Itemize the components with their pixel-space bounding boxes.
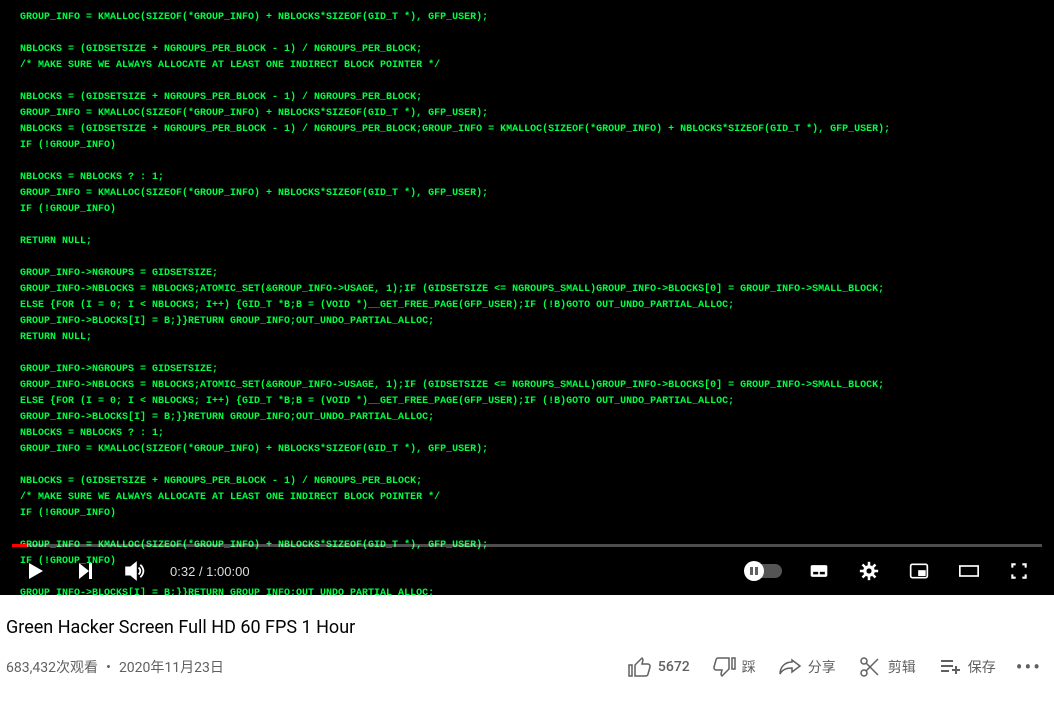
settings-button[interactable] [846,547,892,595]
share-label: 分享 [808,657,836,677]
video-player[interactable]: GROUP_INFO = KMALLOC(SIZEOF(*GROUP_INFO)… [0,0,1054,595]
volume-button[interactable] [112,547,158,595]
play-button[interactable] [12,547,58,595]
share-button[interactable]: 分享 [770,651,844,683]
clip-button[interactable]: 剪辑 [850,651,924,683]
autoplay-toggle[interactable] [746,564,782,578]
more-actions-button[interactable]: ••• [1010,655,1048,679]
like-count: 5672 [658,659,690,675]
video-title: Green Hacker Screen Full HD 60 FPS 1 Hou… [6,615,1048,641]
clip-label: 剪辑 [888,657,916,677]
upload-date: 2020年11月23日 [119,660,224,676]
dislike-button[interactable]: 踩 [704,651,764,683]
thumbs-down-icon [712,655,736,679]
theater-mode-button[interactable] [946,547,992,595]
like-button[interactable]: 5672 [620,651,698,683]
share-icon [778,655,802,679]
video-content-hacker-code: GROUP_INFO = KMALLOC(SIZEOF(*GROUP_INFO)… [0,0,1054,595]
dislike-label: 踩 [742,657,756,677]
save-button[interactable]: 保存 [930,651,1004,683]
video-meta: Green Hacker Screen Full HD 60 FPS 1 Hou… [0,595,1054,683]
miniplayer-button[interactable] [896,547,942,595]
more-icon: ••• [1016,655,1042,679]
save-label: 保存 [968,657,996,677]
view-count: 683,432次观看 [6,660,98,676]
thumbs-up-icon [628,655,652,679]
player-controls: 0:32 / 1:00:00 [0,547,1054,595]
playlist-add-icon [938,655,962,679]
scissors-icon [858,655,882,679]
subtitles-button[interactable] [796,547,842,595]
pause-icon [744,561,764,581]
time-display: 0:32 / 1:00:00 [162,564,258,579]
next-button[interactable] [62,547,108,595]
fullscreen-button[interactable] [996,547,1042,595]
duration: 1:00:00 [206,564,249,579]
current-time: 0:32 [170,564,195,579]
video-stats: 683,432次观看 ・ 2020年11月23日 [6,657,224,677]
